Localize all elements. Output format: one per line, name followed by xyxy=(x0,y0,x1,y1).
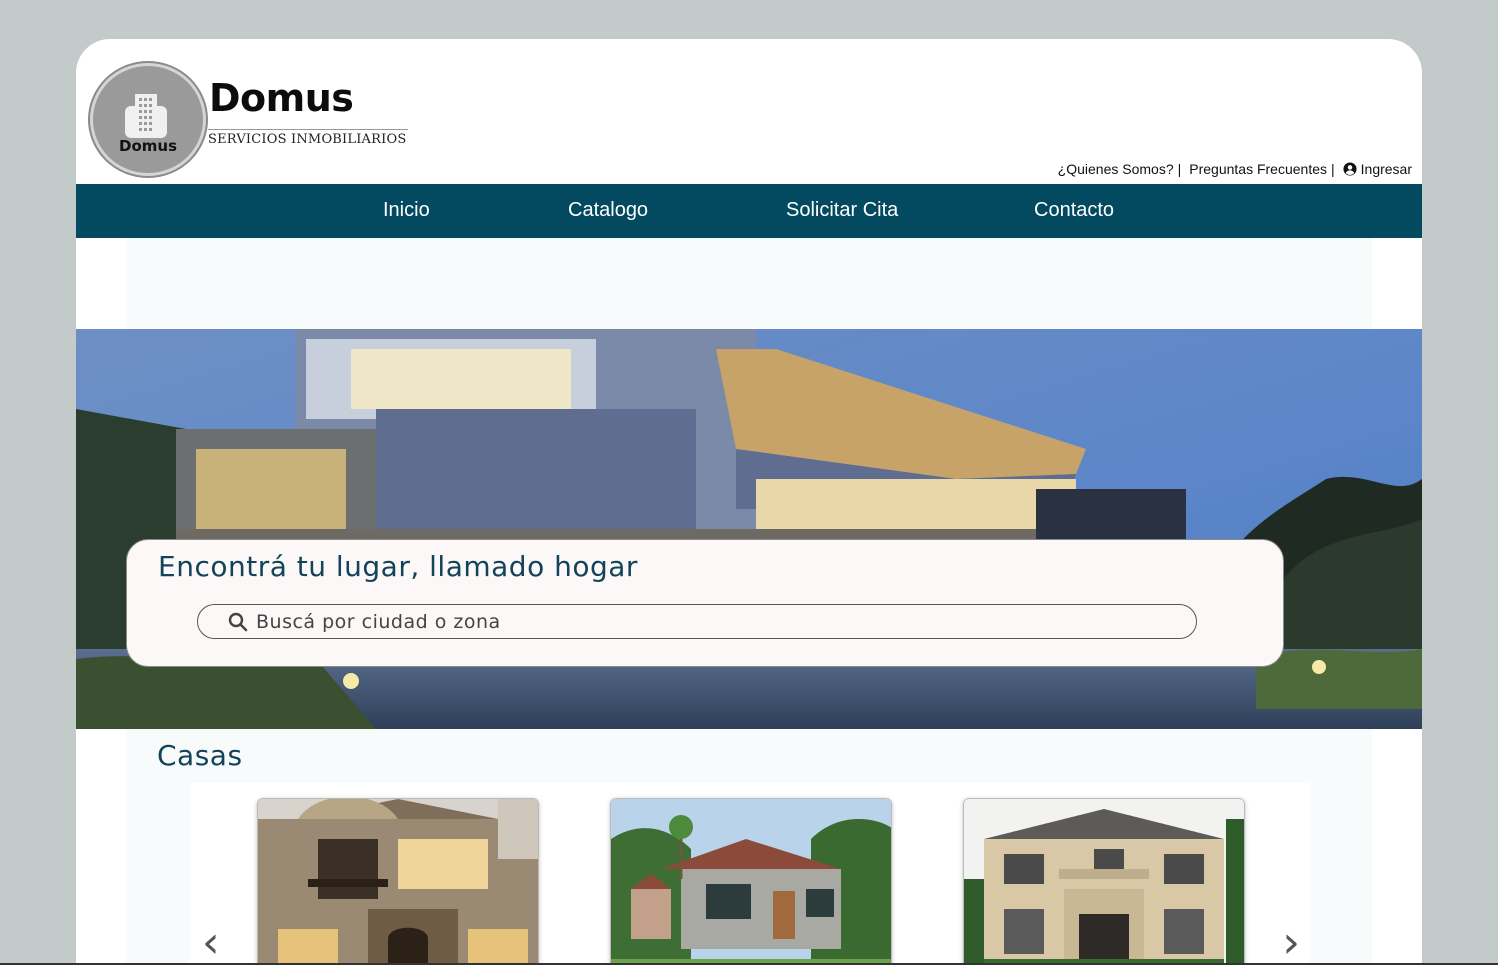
nav-item-catalogo[interactable]: Catalogo xyxy=(568,199,648,222)
search-box[interactable] xyxy=(197,604,1197,639)
separator: | xyxy=(1331,161,1335,177)
logo-text: Domus xyxy=(119,137,177,155)
house-card[interactable] xyxy=(257,798,539,965)
house-photo xyxy=(611,799,891,965)
section-title: Casas xyxy=(157,739,243,772)
spacer xyxy=(126,238,1372,329)
hero-banner: Encontrá tu lugar, llamado hogar xyxy=(76,329,1422,729)
faq-link[interactable]: Preguntas Frecuentes xyxy=(1189,161,1327,177)
page: Domus Domus SERVICIOS INMOBILIARIOS ¿Qui… xyxy=(76,39,1422,965)
main-nav: Inicio Catalogo Solicitar Cita Contacto xyxy=(76,184,1422,238)
login-link[interactable]: Ingresar xyxy=(1361,161,1412,177)
search-input[interactable] xyxy=(256,610,1156,633)
house-photo xyxy=(258,799,538,965)
hero-title: Encontrá tu lugar, llamado hogar xyxy=(158,550,638,583)
carousel-prev-button[interactable]: ‹ xyxy=(202,921,220,965)
nav-item-contacto[interactable]: Contacto xyxy=(1034,199,1114,222)
user-circle-icon[interactable] xyxy=(1343,162,1357,176)
nav-item-inicio[interactable]: Inicio xyxy=(383,199,430,222)
search-card: Encontrá tu lugar, llamado hogar xyxy=(126,539,1284,667)
house-photo xyxy=(964,799,1244,965)
hero-house-image xyxy=(76,329,1422,729)
house-card[interactable] xyxy=(963,798,1245,965)
brand-subtitle: SERVICIOS INMOBILIARIOS xyxy=(208,129,408,147)
about-link[interactable]: ¿Quienes Somos? xyxy=(1058,161,1174,177)
search-icon xyxy=(228,612,248,631)
top-links: ¿Quienes Somos? | Preguntas Frecuentes |… xyxy=(1058,161,1412,177)
header: Domus Domus SERVICIOS INMOBILIARIOS ¿Qui… xyxy=(76,39,1422,184)
carousel-next-button[interactable]: › xyxy=(1282,921,1300,965)
nav-item-solicitar-cita[interactable]: Solicitar Cita xyxy=(786,199,898,222)
houses-carousel: ‹ › xyxy=(190,783,1310,965)
building-icon xyxy=(125,94,167,138)
separator: | xyxy=(1177,161,1182,177)
logo[interactable]: Domus xyxy=(90,63,206,176)
house-card[interactable] xyxy=(610,798,892,965)
brand-name: Domus xyxy=(209,76,354,120)
